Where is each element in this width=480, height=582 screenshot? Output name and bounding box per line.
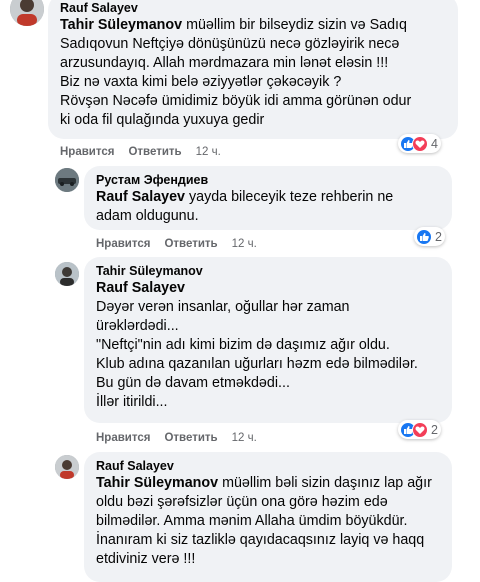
- comment-timestamp[interactable]: 12 ч.: [196, 146, 221, 158]
- comment-author[interactable]: Rauf Salayev: [96, 458, 440, 474]
- reply-button[interactable]: Ответить: [164, 432, 217, 444]
- avatar[interactable]: [55, 455, 79, 479]
- reaction-count: 4: [431, 136, 438, 151]
- comment-actions: Нравится Ответить 12 ч.: [96, 238, 257, 250]
- avatar-photo-icon: [55, 455, 79, 479]
- like-button[interactable]: Нравится: [96, 432, 150, 444]
- avatar-photo-icon: [55, 262, 79, 286]
- mention-link[interactable]: Tahir Süleymanov: [96, 475, 218, 491]
- comment-author[interactable]: Rauf Salayev: [60, 0, 446, 16]
- like-button[interactable]: Нравится: [96, 238, 150, 250]
- comment-text: Rauf Salayev yayda bileceyik teze rehber…: [96, 189, 394, 224]
- mention-link[interactable]: Rauf Salayev: [96, 189, 185, 205]
- comment-text: Rauf Salayev Dəyər verən insanlar, oğull…: [96, 280, 418, 410]
- avatar[interactable]: [10, 0, 44, 26]
- reactions-badge[interactable]: 2: [414, 227, 445, 246]
- reactions-badge[interactable]: 2: [398, 420, 441, 439]
- reactions-badge[interactable]: 4: [398, 134, 441, 153]
- comment-author[interactable]: Tahir Süleymanov: [96, 263, 440, 279]
- mention-link[interactable]: Tahir Süleymanov: [60, 17, 182, 33]
- comment-author[interactable]: Рустам Эфендиев: [96, 172, 440, 188]
- comment-bubble: Рустам Эфендиев Rauf Salayev yayda bilec…: [84, 166, 452, 230]
- comment-text: Tahir Süleymanov müəllim bir bilseydiz s…: [60, 17, 412, 128]
- comment-actions: Нравится Ответить 12 ч.: [60, 146, 221, 158]
- comment-text: Tahir Süleymanov müəllim bəli sizin daşı…: [96, 475, 432, 567]
- avatar[interactable]: [55, 168, 79, 192]
- comment-timestamp[interactable]: 12 ч.: [232, 238, 257, 250]
- reaction-count: 2: [431, 422, 438, 437]
- mention-link[interactable]: Rauf Salayev: [96, 280, 185, 296]
- comment-actions: Нравится Ответить 12 ч.: [96, 432, 257, 444]
- avatar-photo-icon: [55, 168, 79, 192]
- comment-timestamp[interactable]: 12 ч.: [232, 432, 257, 444]
- reaction-count: 2: [435, 229, 442, 244]
- love-reaction-icon: [412, 421, 428, 438]
- like-button[interactable]: Нравится: [60, 146, 114, 158]
- reply-button[interactable]: Ответить: [164, 238, 217, 250]
- avatar[interactable]: [55, 262, 79, 286]
- avatar-photo-icon: [10, 0, 44, 26]
- reply-button[interactable]: Ответить: [128, 146, 181, 158]
- comment-bubble: Rauf Salayev Tahir Süleymanov müəllim bi…: [48, 0, 458, 139]
- comment-bubble: Rauf Salayev Tahir Süleymanov müəllim bə…: [84, 452, 452, 582]
- comment-bubble: Tahir Süleymanov Rauf Salayev Dəyər verə…: [84, 257, 452, 423]
- love-reaction-icon: [412, 135, 428, 152]
- like-reaction-icon: [416, 228, 432, 245]
